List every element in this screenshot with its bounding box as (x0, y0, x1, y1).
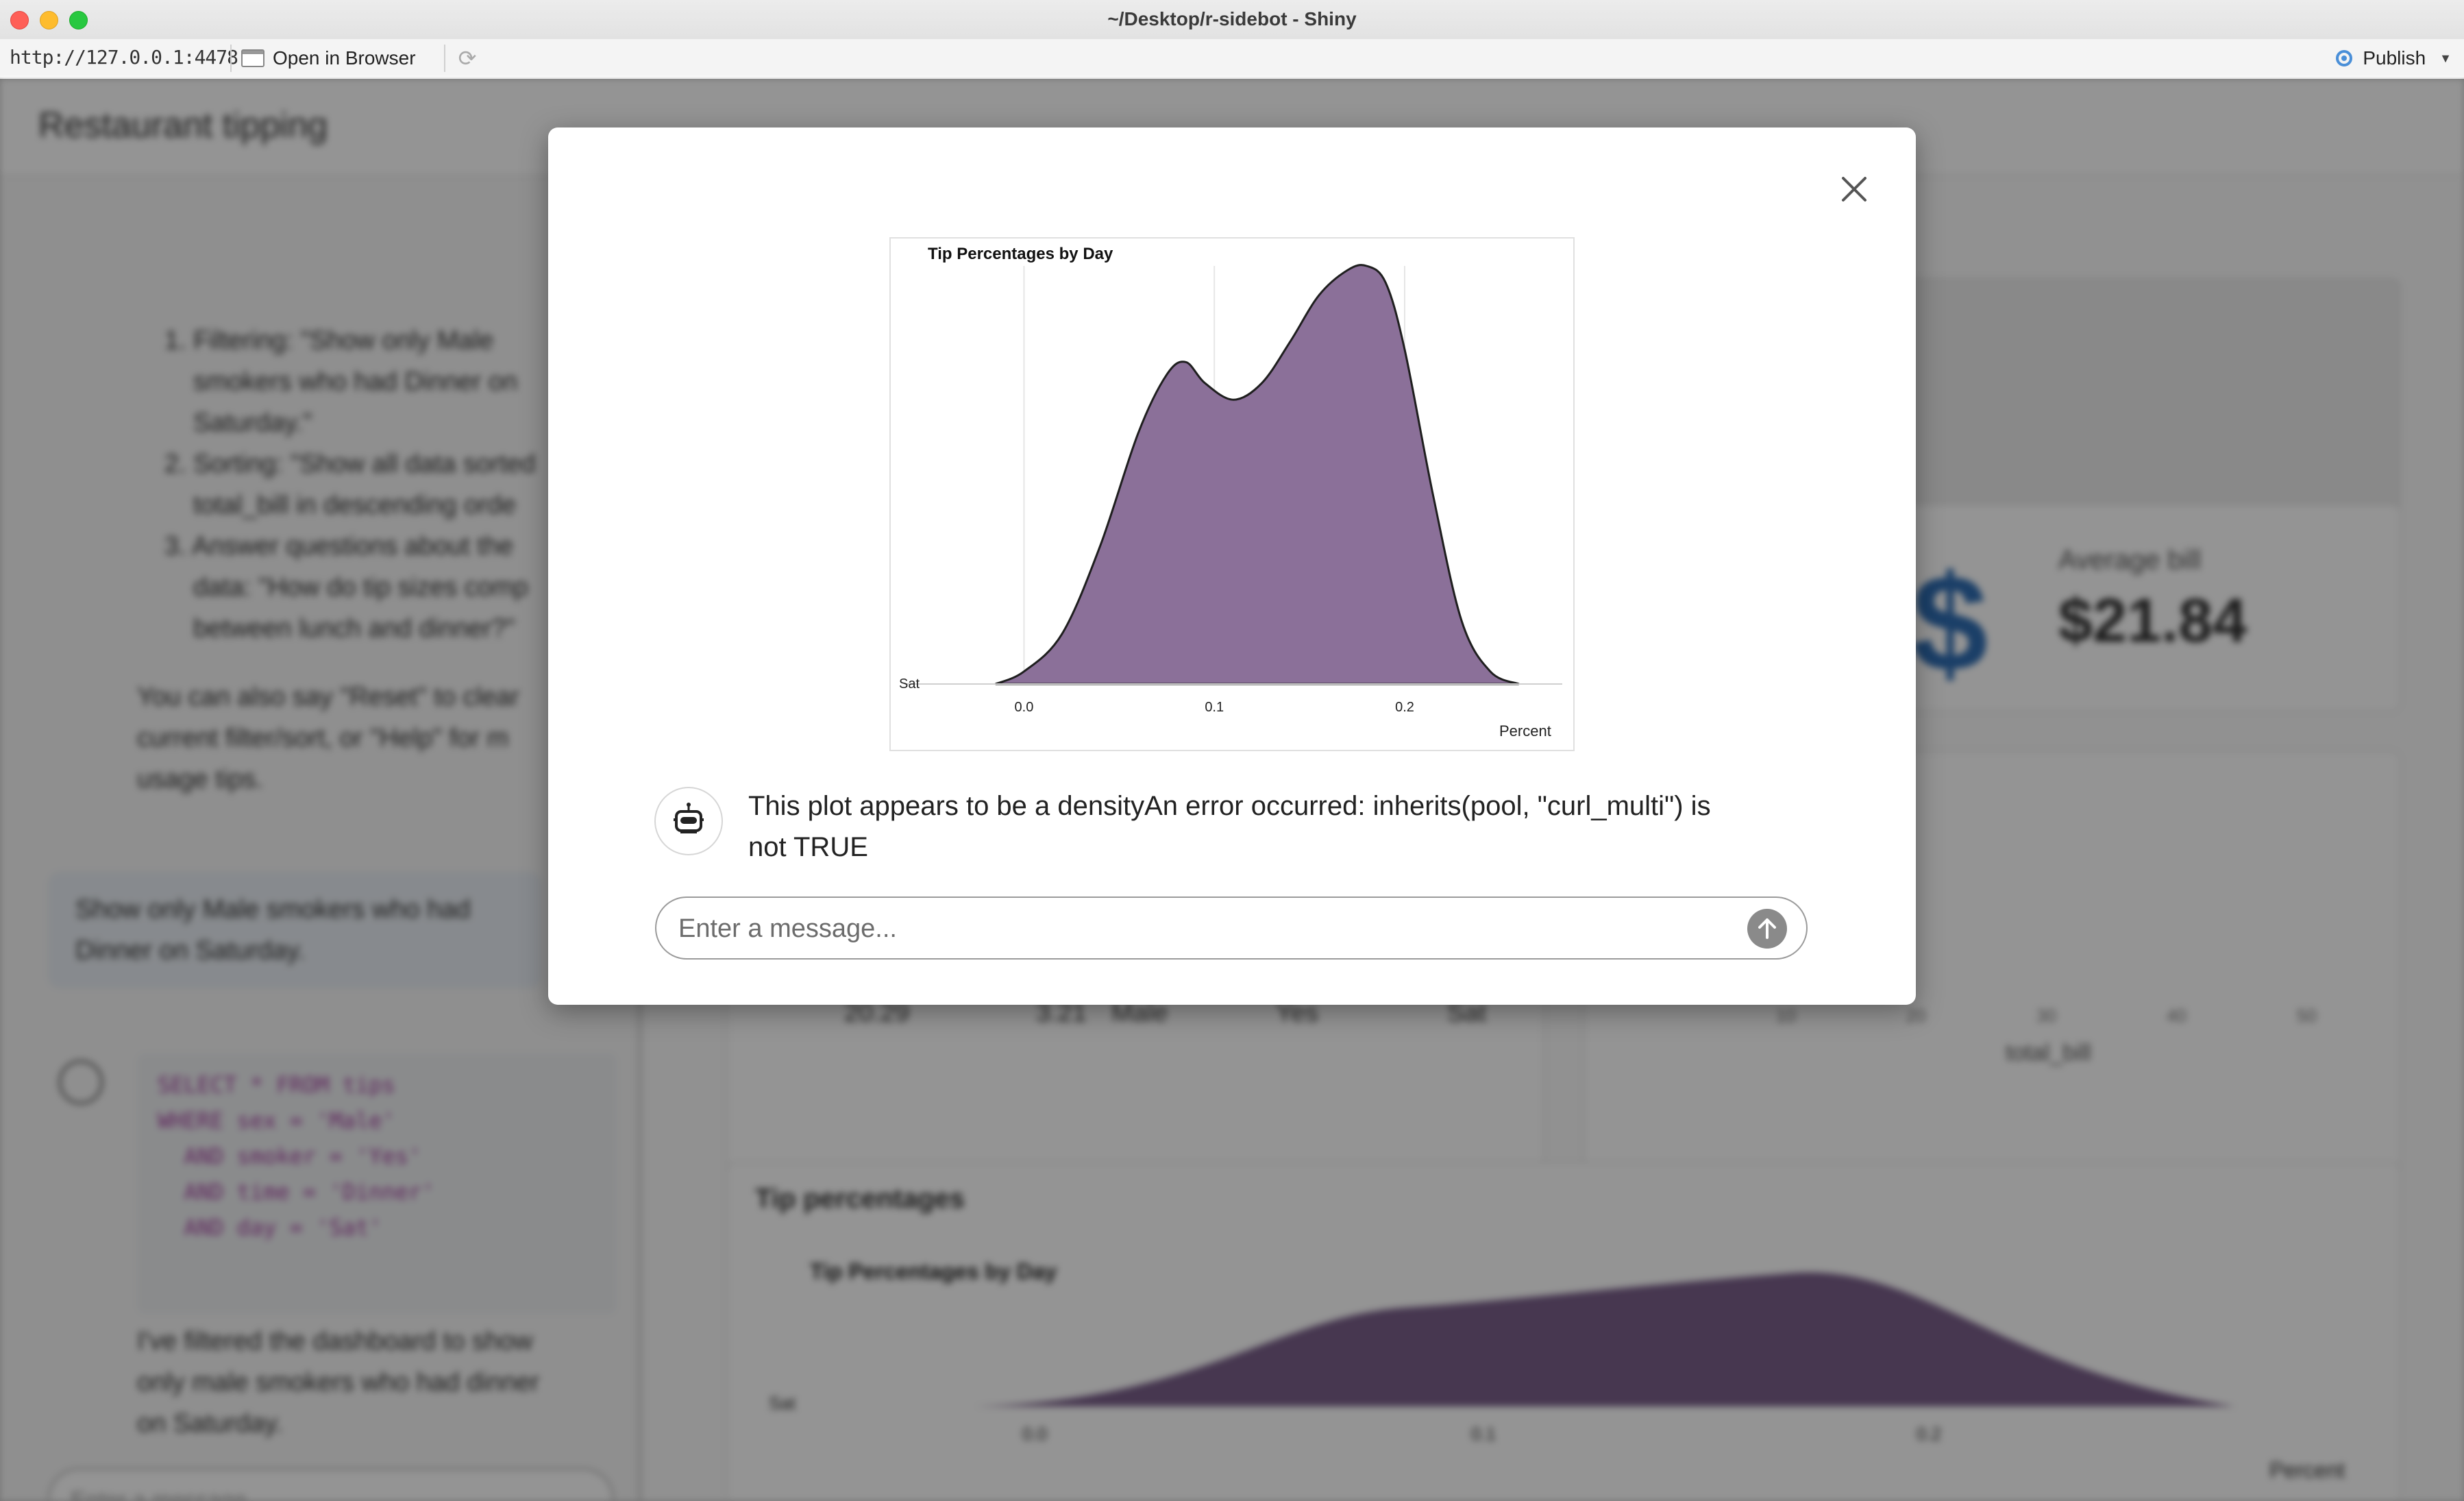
toolbar-divider (230, 45, 232, 72)
close-icon[interactable] (1834, 169, 1875, 210)
chevron-down-icon[interactable]: ▼ (2439, 51, 2452, 66)
send-button[interactable] (1747, 909, 1787, 949)
window-title: ~/Desktop/r-sidebot - Shiny (1107, 8, 1357, 29)
open-in-browser-label: Open in Browser (273, 47, 416, 69)
plot-x-ticks: 0.0 0.1 0.2 (1015, 700, 1414, 715)
x-tick-label: 0.0 (1015, 700, 1034, 715)
density-plot: Tip Percentages by Day Sat 0.0 0.1 0.2 Per… (889, 237, 1575, 751)
x-tick-label: 0.1 (1205, 700, 1224, 715)
publish-icon (2336, 50, 2353, 66)
plot-title: Tip Percentages by Day (928, 245, 1113, 263)
refresh-icon[interactable]: ⟳ (454, 45, 481, 72)
plot-category-label: Sat (899, 676, 920, 692)
url-text[interactable]: http://127.0.0.1:4478 (10, 46, 238, 69)
browser-window-icon (241, 49, 264, 67)
bot-message: This plot appears to be a densityAn erro… (748, 791, 1711, 862)
publish-label: Publish (2363, 47, 2426, 69)
modal-chat-input-container (655, 896, 1808, 960)
x-tick-label: 0.2 (1395, 700, 1414, 715)
density-plot-svg: Tip Percentages by Day Sat 0.0 0.1 0.2 Per… (899, 245, 1562, 740)
address-bar: http://127.0.0.1:4478 Open in Browser ⟳ … (0, 39, 2464, 79)
message-input[interactable] (677, 905, 1721, 953)
plot-x-label: Percent (1499, 722, 1551, 740)
publish-button[interactable]: Publish ▼ (2332, 45, 2452, 72)
bot-avatar (654, 787, 723, 855)
toolbar-divider (444, 45, 445, 72)
arrow-up-icon (1758, 918, 1776, 939)
density-area-sat (995, 264, 1520, 685)
window-titlebar: ~/Desktop/r-sidebot - Shiny (0, 0, 2464, 40)
open-in-browser-button[interactable]: Open in Browser (241, 45, 416, 72)
robot-icon (674, 803, 704, 833)
plot-modal: Tip Percentages by Day Sat 0.0 0.1 0.2 Per… (548, 127, 1916, 1005)
